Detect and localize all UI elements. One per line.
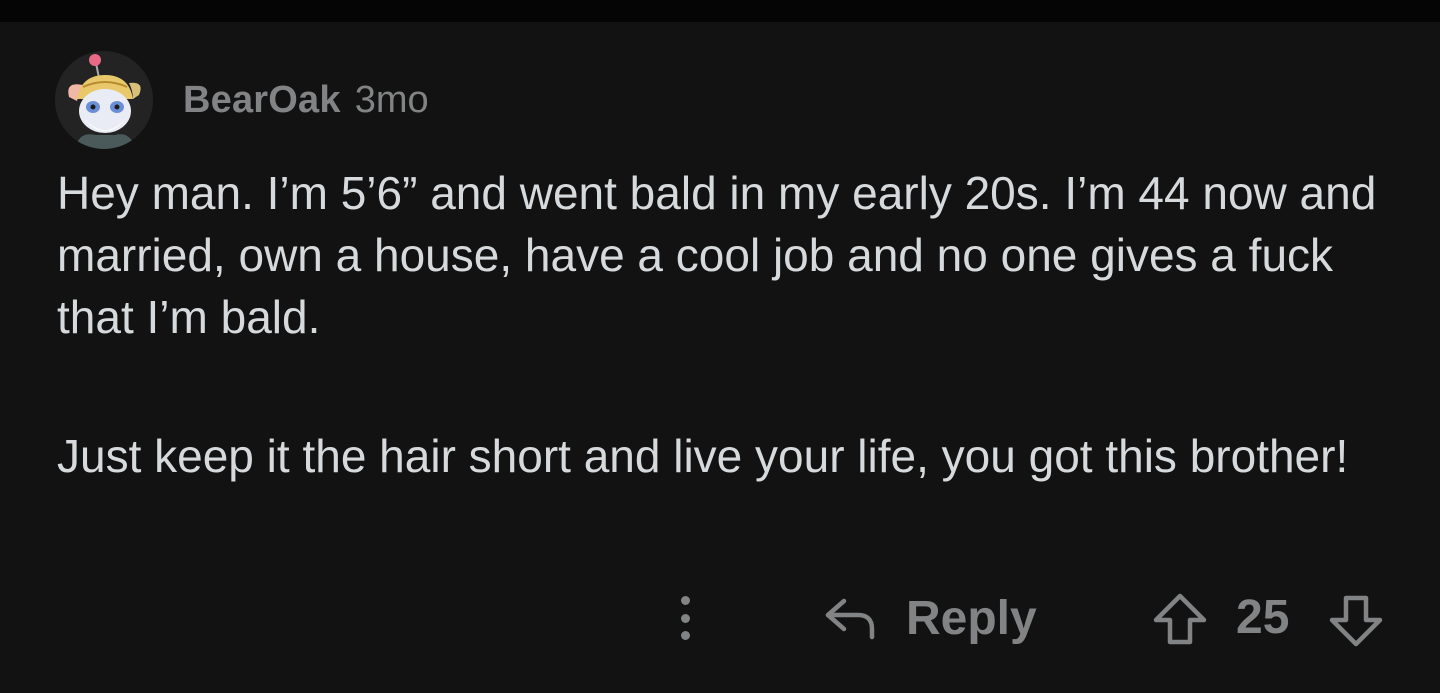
more-vertical-icon-dot-1	[680, 596, 690, 605]
comment-paragraph-1: Hey man. I’m 5’6” and went bald in my ea…	[57, 167, 1377, 343]
more-options-button[interactable]	[668, 590, 702, 646]
reply-button[interactable]: Reply	[822, 588, 1037, 648]
comment-paragraph-2: Just keep it the hair short and live you…	[57, 430, 1349, 482]
reply-label: Reply	[906, 591, 1037, 645]
avatar[interactable]	[55, 51, 153, 149]
username[interactable]: BearOak	[183, 79, 341, 122]
top-strip	[0, 0, 1440, 22]
vote-score: 25	[1236, 591, 1290, 644]
more-vertical-icon-dot-2	[680, 613, 690, 623]
comment-actions: Reply 25	[0, 582, 1440, 652]
more-vertical-icon-dot-3	[680, 631, 690, 640]
comment-timestamp: 3mo	[354, 78, 429, 121]
downvote-arrow-icon	[1329, 595, 1383, 647]
upvote-button[interactable]	[1152, 592, 1208, 653]
comment-header: BearOak 3mo	[55, 50, 429, 150]
downvote-button[interactable]	[1328, 592, 1384, 653]
upvote-arrow-icon	[1153, 593, 1207, 645]
avatar-image	[55, 51, 153, 149]
comment-body: Hey man. I’m 5’6” and went bald in my ea…	[57, 162, 1397, 487]
comment: BearOak 3mo Hey man. I’m 5’6” and went b…	[0, 22, 1440, 693]
reply-arrow-icon	[825, 598, 875, 640]
